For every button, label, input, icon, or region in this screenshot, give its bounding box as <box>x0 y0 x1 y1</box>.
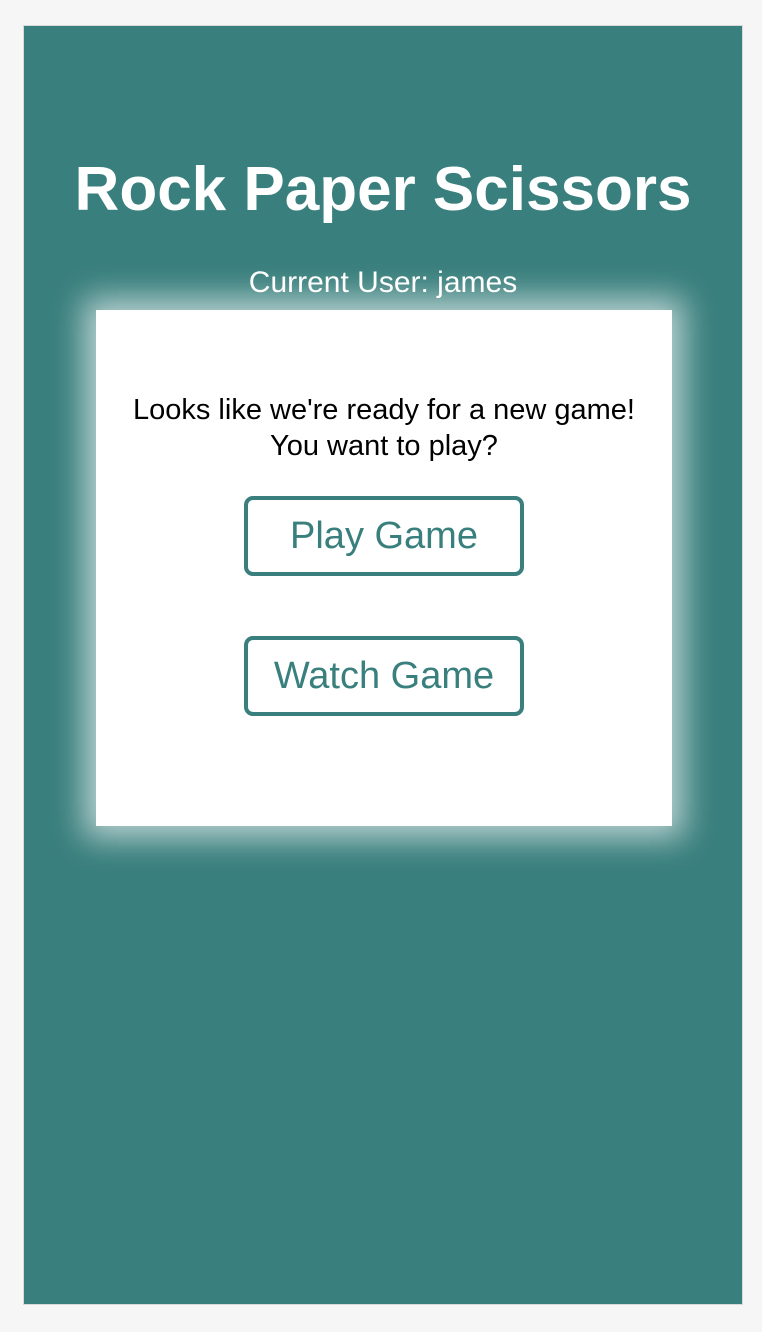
ready-message: Looks like we're ready for a new game! Y… <box>96 392 672 464</box>
watch-game-button[interactable]: Watch Game <box>244 636 524 716</box>
ready-message-line-2: You want to play? <box>270 430 498 462</box>
game-card: Looks like we're ready for a new game! Y… <box>96 310 672 826</box>
app-container: Rock Paper Scissors Current User: james … <box>23 25 743 1305</box>
ready-message-line-1: Looks like we're ready for a new game! <box>132 394 635 426</box>
play-game-button[interactable]: Play Game <box>244 496 524 576</box>
current-user-label: Current User: james <box>248 266 518 299</box>
page-title: Rock Paper Scissors <box>74 155 692 224</box>
